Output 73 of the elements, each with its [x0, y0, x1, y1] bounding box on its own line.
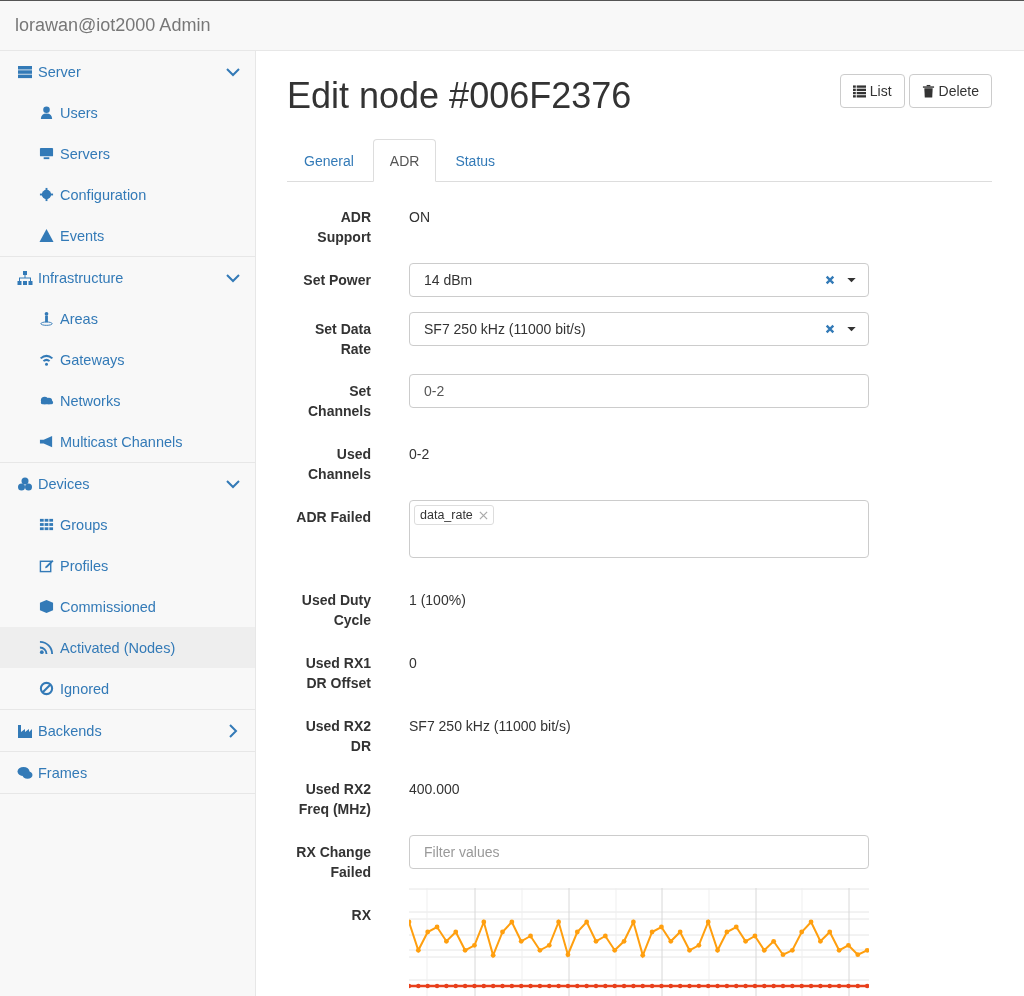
sidebar-group[interactable]: Server: [0, 51, 255, 92]
select-field[interactable]: SF7 250 kHz (11000 bit/s): [409, 312, 869, 346]
sidebar-item[interactable]: Users: [0, 92, 255, 133]
sitemap-icon: [17, 269, 33, 286]
user-icon: [39, 105, 54, 120]
sidebar-item[interactable]: Commissioned: [0, 586, 255, 627]
ban-icon: [39, 681, 54, 696]
warning-icon: [39, 228, 54, 243]
field-value: 0-2: [409, 445, 430, 464]
server-icon: [17, 63, 33, 80]
field-label: Used RX1 DR Offset: [304, 654, 371, 693]
sidebar-item[interactable]: Configuration: [0, 174, 255, 215]
caret-icon[interactable]: [847, 326, 856, 332]
field-value: 1 (100%): [409, 591, 466, 610]
sidebar-item[interactable]: Networks: [0, 380, 255, 421]
factory-icon: [17, 722, 33, 739]
clear-icon[interactable]: [825, 275, 835, 285]
list-button[interactable]: List: [839, 74, 905, 108]
tag-chip[interactable]: data_rate: [414, 505, 494, 525]
field-label: ADR Failed: [295, 508, 371, 527]
app-title[interactable]: lorawan@iot2000 Admin: [15, 15, 211, 36]
tab[interactable]: General: [287, 139, 371, 182]
sidebar-group[interactable]: Frames: [0, 752, 255, 793]
sidebar-group[interactable]: Infrastructure: [0, 257, 255, 298]
chevron-right-icon[interactable]: [226, 723, 240, 738]
field-label: Used Duty Cycle: [300, 591, 371, 630]
select-field[interactable]: 14 dBm: [409, 263, 869, 297]
field-value: ON: [409, 208, 430, 227]
field-value: SF7 250 kHz (11000 bit/s): [409, 717, 571, 736]
cube-icon: [39, 599, 54, 614]
sidebar-item[interactable]: Activated (Nodes): [0, 627, 255, 668]
field-value: 400.000: [409, 780, 460, 799]
sidebar-item[interactable]: Multicast Channels: [0, 421, 255, 462]
cubes-icon: [17, 475, 33, 492]
field-label: Used RX2 DR: [304, 717, 371, 756]
caret-icon[interactable]: [847, 277, 856, 283]
field-label: ADR Support: [316, 208, 371, 247]
sidebar-item[interactable]: Gateways: [0, 339, 255, 380]
field-label: RX: [350, 906, 371, 925]
tab[interactable]: ADR: [372, 139, 437, 182]
sidebar-group[interactable]: Backends: [0, 710, 255, 751]
page-title: Edit node #006F2376: [287, 75, 632, 117]
list-icon: [852, 84, 866, 98]
edit-icon: [39, 558, 54, 573]
clear-icon[interactable]: [825, 324, 835, 334]
tab[interactable]: Status: [438, 139, 513, 182]
sidebar-item[interactable]: Profiles: [0, 545, 255, 586]
field-label: Set Power: [302, 271, 371, 290]
sidebar-item[interactable]: Events: [0, 215, 255, 256]
sidebar-group[interactable]: Devices: [0, 463, 255, 504]
field-label: RX Change Failed: [295, 843, 371, 882]
wifi-icon: [39, 352, 54, 367]
sidebar-item[interactable]: Ignored: [0, 668, 255, 709]
pin-icon: [39, 311, 54, 326]
sidebar-item[interactable]: Servers: [0, 133, 255, 174]
field-label: Used RX2 Freq (MHz): [297, 780, 371, 819]
delete-button[interactable]: Delete: [908, 74, 992, 108]
bullhorn-icon: [39, 434, 54, 449]
input-field[interactable]: 0-2: [409, 374, 869, 408]
desktop-icon: [39, 146, 54, 161]
remove-icon[interactable]: [478, 510, 488, 520]
field-label: Set Data Rate: [313, 320, 371, 359]
grid-icon: [39, 517, 54, 532]
rss-icon: [39, 640, 54, 655]
field-label: Used Channels: [307, 445, 371, 484]
sidebar-item[interactable]: Groups: [0, 504, 255, 545]
field-value: 0: [409, 654, 417, 673]
field-label: Set Channels: [307, 382, 371, 421]
chat-icon: [17, 764, 33, 781]
trash-icon: [921, 84, 935, 98]
filter-field[interactable]: Filter values: [409, 835, 869, 869]
tags-field[interactable]: data_rate: [409, 500, 869, 558]
sidebar-item[interactable]: Areas: [0, 298, 255, 339]
